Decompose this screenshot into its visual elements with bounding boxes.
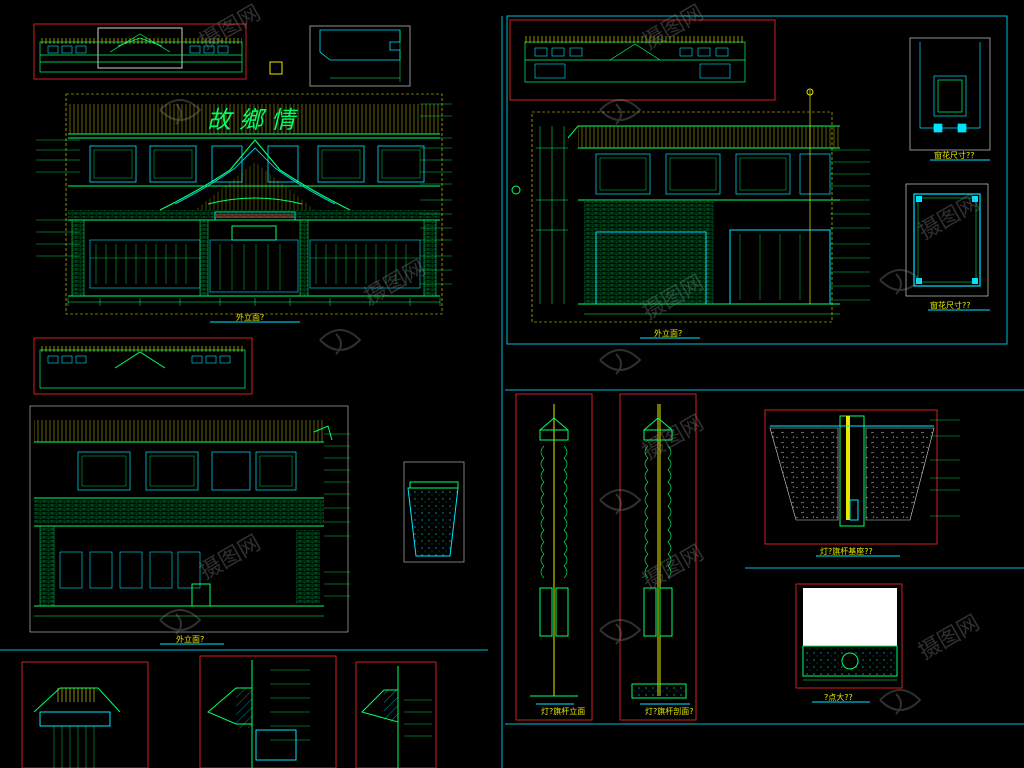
flagpole-base-detail: 灯?旗杆基座??	[764, 409, 960, 557]
thumbnail-mid-left	[33, 337, 253, 395]
flagpole-section-caption: 灯?旗杆剖面?	[645, 706, 694, 716]
signboard-text: 故鄉情	[207, 106, 303, 134]
bottom-eave-details	[21, 655, 437, 768]
watermark-text: 摄图网	[196, 1, 266, 56]
watermark-text: 摄图网	[196, 531, 266, 586]
detail-frame-molding	[269, 25, 411, 87]
right-facade-sheet: 外立面? 窗花尺寸?? 窗花尺寸??	[506, 15, 1008, 345]
watermark-text: 摄图网	[639, 1, 709, 56]
watermark-text: 摄图网	[639, 411, 709, 466]
watermark-text: 摄图网	[915, 611, 985, 666]
watermark-text: 摄图网	[915, 191, 985, 246]
watermark-text: 摄图网	[639, 541, 709, 596]
lower-facade-elevation: 外立面?	[29, 405, 465, 645]
cad-drawing-sheet: 故鄉情 外立面? 外立面? 窗花尺寸?? 窗花尺寸?? 外立面? 灯?旗杆立面 …	[0, 1, 1024, 768]
lower-facade-caption: 外立面?	[176, 634, 204, 644]
right-facade-caption: 外立面?	[654, 328, 682, 338]
flagpole-base-caption: 灯?旗杆基座??	[820, 546, 873, 556]
flagpole-elevation-caption: 灯?旗杆立面	[541, 706, 585, 716]
flagpole-elevation: 灯?旗杆立面	[515, 393, 593, 721]
main-facade-caption: 外立面?	[236, 312, 264, 322]
window-detail-caption: 窗花尺寸??	[934, 150, 975, 160]
window-detail-caption-2: 窗花尺寸??	[930, 300, 971, 310]
node-detail: ?点大??	[795, 583, 903, 703]
node-detail-caption: ?点大??	[824, 692, 853, 702]
